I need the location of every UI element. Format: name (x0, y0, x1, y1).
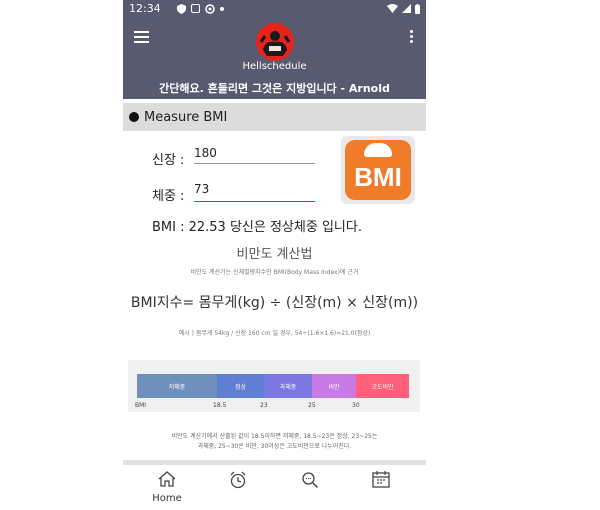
nav-home-label: Home (152, 493, 182, 504)
app-logo-icon (256, 23, 294, 61)
footnote-line: 과체중, 25~30은 비만, 30이상은 고도비만으로 나누어진다. (197, 443, 352, 450)
nav-home[interactable]: Home (147, 471, 187, 504)
bmi-formula: BMI지수= 몸무게(kg) ÷ (신장(m) × 신장(m)) (130, 295, 419, 311)
height-input[interactable]: 180 (194, 146, 315, 164)
status-bar: 12:34 (123, 0, 426, 17)
phone-screen: 12:34 Hellschedule 간단해요. 흔들리면 그것은 지방입니다 … (123, 0, 426, 510)
weight-label: 체중 : (152, 189, 185, 204)
sync-icon (204, 3, 215, 14)
scale-tick: 25 (308, 402, 316, 409)
system-icons (387, 3, 420, 14)
more-notifications-icon (219, 6, 224, 11)
scale-segment-overweight: 과체중 (264, 374, 312, 398)
info-title: 비만도 계산법 (236, 247, 313, 262)
scale-segment-obese: 비만 (312, 374, 356, 398)
bmi-example: 예시 ) 몸무게 54kg / 신장 160 cm 일 경우, 54÷(1.6×… (178, 330, 371, 337)
scale-segment-severe-obese: 고도비만 (356, 374, 409, 398)
bmi-badge-text: BMI (354, 162, 402, 192)
battery-icon (415, 3, 420, 14)
height-label: 신장 : (152, 153, 185, 168)
wifi-icon (387, 4, 398, 13)
calendar-icon (372, 471, 390, 488)
alarm-clock-icon (230, 471, 246, 489)
info-footnote: 비만도 계산기에서 산출된 값이 18.5이하면 저체중, 18.5~23은 정… (123, 432, 426, 452)
notification-icons (176, 3, 224, 14)
bottom-navigation: Home (123, 465, 426, 510)
bmi-result: BMI : 22.53 당신은 정상체중 입니다. (152, 220, 362, 235)
nav-alarm[interactable] (218, 471, 258, 493)
scale-tick: 18.5 (213, 402, 227, 409)
scale-dial-icon (364, 143, 392, 157)
app-bar: Hellschedule 간단해요. 흔들리면 그것은 지방입니다 - Arno… (123, 17, 426, 99)
status-time: 12:34 (129, 2, 161, 15)
weight-input[interactable]: 73 (194, 182, 315, 202)
nav-calendar[interactable] (361, 471, 401, 492)
app-name: Hellschedule (242, 61, 307, 72)
nav-search[interactable] (290, 471, 330, 493)
search-icon (302, 472, 319, 489)
more-options-icon[interactable] (410, 30, 414, 44)
bmi-scale-bar: 저체중 정상 과체중 비만 고도비만 (137, 374, 409, 398)
menu-icon[interactable] (134, 31, 149, 43)
home-icon (158, 471, 176, 487)
scale-start-label: BMI (135, 402, 147, 409)
section-title: Measure BMI (144, 109, 228, 125)
app-quote: 간단해요. 흔들리면 그것은 지방입니다 - Arnold (159, 82, 390, 95)
bmi-info-image: 비만도 계산법 비만도 계산기는 신체질량지수인 BMI(Body Mass I… (123, 238, 426, 460)
scale-tick: 23 (260, 402, 268, 409)
scale-segment-underweight: 저체중 (137, 374, 217, 398)
gallery-icon (190, 4, 200, 13)
signal-icon (402, 4, 411, 13)
section-header: Measure BMI (123, 103, 426, 131)
scale-segment-normal: 정상 (217, 374, 264, 398)
footnote-line: 비만도 계산기에서 산출된 값이 18.5이하면 저체중, 18.5~23은 정… (171, 433, 378, 440)
bullet-icon (129, 112, 139, 122)
bmi-scale-icon: BMI (345, 140, 411, 200)
scale-tick: 30 (352, 402, 360, 409)
shield-icon (176, 3, 186, 14)
bmi-scale-image: BMI (341, 136, 415, 204)
info-subtitle: 비만도 계산기는 신체질량지수인 BMI(Body Mass Index)에 근… (190, 269, 359, 276)
